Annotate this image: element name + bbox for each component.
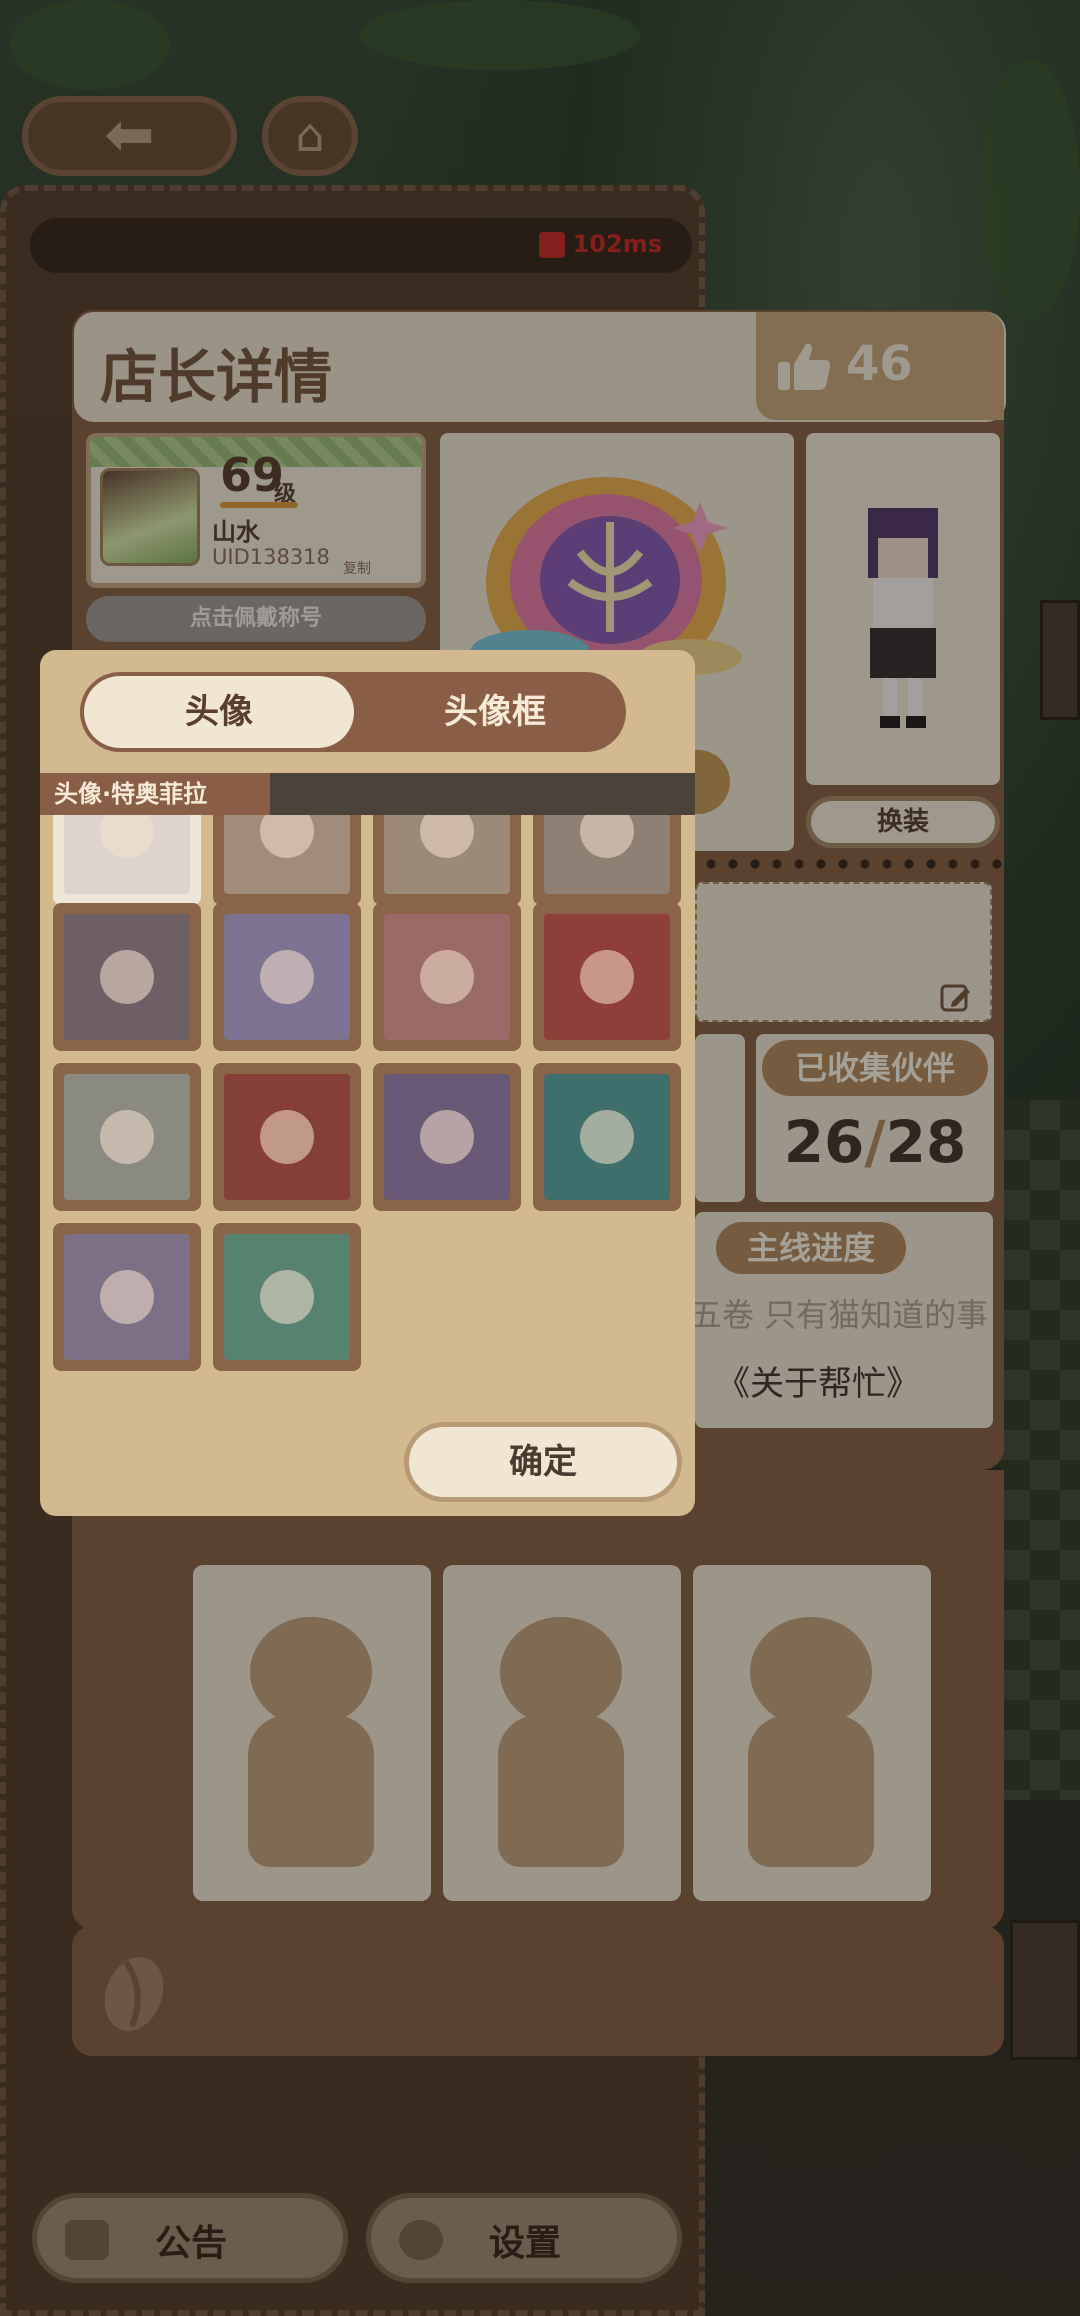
portrait-face xyxy=(260,1270,314,1324)
tab-avatar[interactable]: 头像 xyxy=(84,676,354,748)
avatar-portrait xyxy=(384,914,510,1040)
avatar-portrait xyxy=(224,914,350,1040)
avatar-option-2[interactable] xyxy=(213,815,361,905)
selected-avatar-name: 头像·特奥菲拉 xyxy=(40,773,270,815)
avatar-option-12[interactable] xyxy=(533,1063,681,1211)
avatar-portrait xyxy=(544,1074,670,1200)
portrait-face xyxy=(420,1110,474,1164)
avatar-portrait xyxy=(384,815,510,894)
portrait-face xyxy=(260,950,314,1004)
portrait-face xyxy=(100,815,154,858)
avatar-option-4[interactable] xyxy=(533,815,681,905)
avatar-portrait xyxy=(64,914,190,1040)
avatar-option-6[interactable] xyxy=(213,903,361,1051)
avatar-option-9[interactable] xyxy=(53,1063,201,1211)
avatar-option-1[interactable] xyxy=(53,815,201,905)
portrait-face xyxy=(580,950,634,1004)
avatar-option-13[interactable] xyxy=(53,1223,201,1371)
avatar-portrait xyxy=(544,914,670,1040)
avatar-option-10[interactable] xyxy=(213,1063,361,1211)
avatar-portrait xyxy=(384,1074,510,1200)
avatar-option-3[interactable] xyxy=(373,815,521,905)
avatar-portrait xyxy=(544,815,670,894)
avatar-portrait xyxy=(64,1234,190,1360)
avatar-option-14[interactable] xyxy=(213,1223,361,1371)
portrait-face xyxy=(100,1270,154,1324)
portrait-face xyxy=(260,1110,314,1164)
portrait-face xyxy=(420,950,474,1004)
avatar-option-7[interactable] xyxy=(373,903,521,1051)
avatar-portrait xyxy=(224,815,350,894)
portrait-face xyxy=(260,815,314,858)
tab-avatar-frame[interactable]: 头像框 xyxy=(370,676,620,748)
portrait-face xyxy=(420,815,474,858)
confirm-button[interactable]: 确定 xyxy=(404,1422,682,1502)
portrait-face xyxy=(100,950,154,1004)
avatar-portrait xyxy=(64,1074,190,1200)
avatar-option-11[interactable] xyxy=(373,1063,521,1211)
portrait-face xyxy=(580,815,634,858)
avatar-portrait xyxy=(224,1074,350,1200)
portrait-face xyxy=(100,1110,154,1164)
avatar-grid xyxy=(40,815,695,1375)
avatar-option-8[interactable] xyxy=(533,903,681,1051)
portrait-face xyxy=(580,1110,634,1164)
avatar-option-5[interactable] xyxy=(53,903,201,1051)
avatar-portrait xyxy=(64,815,190,894)
avatar-portrait xyxy=(224,1234,350,1360)
